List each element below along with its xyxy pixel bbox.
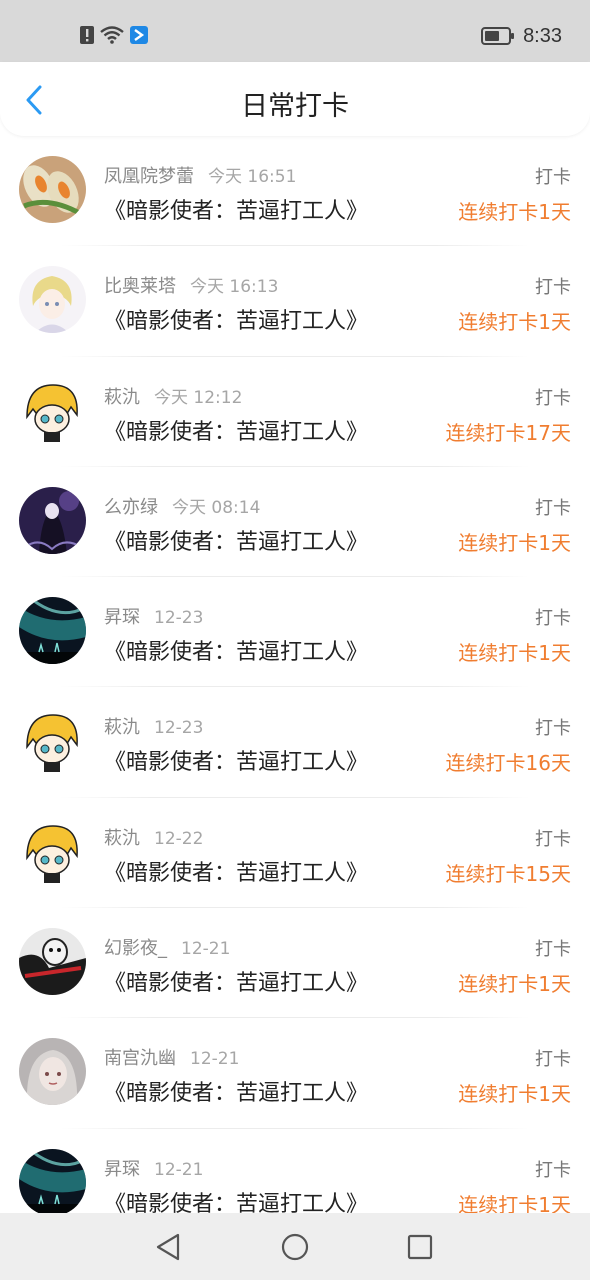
streak-label: 连续打卡1天 — [458, 1192, 571, 1213]
nav-recents-button[interactable] — [404, 1231, 436, 1263]
home-circle-icon — [281, 1233, 309, 1261]
checkin-time: 12-21 — [190, 1049, 240, 1070]
avatar[interactable] — [19, 486, 86, 554]
user-name: 昇琛 12-21 — [104, 1155, 203, 1181]
user-name-text: 么亦绿 — [104, 496, 158, 518]
user-name-text: 幻影夜_ — [104, 938, 167, 960]
action-label: 打卡 — [535, 828, 571, 850]
user-name-text: 昇琛 — [104, 607, 140, 629]
user-name: 萩氿 12-23 — [104, 713, 203, 739]
streak-label: 连续打卡1天 — [458, 530, 571, 555]
checkin-time: 12-23 — [154, 608, 204, 629]
battery-icon — [481, 27, 515, 45]
book-title[interactable]: 《暗影使者：苦逼打工人》 — [104, 414, 368, 446]
checkin-list[interactable]: 凤凰院梦蕾 今天 16:51 《暗影使者：苦逼打工人》 打卡 连续打卡1天 比奥莱… — [0, 136, 590, 1213]
checkin-time: 12-23 — [154, 718, 204, 739]
checkin-row[interactable]: 幻影夜_ 12-21 《暗影使者：苦逼打工人》 打卡 连续打卡1天 — [0, 908, 590, 1019]
avatar[interactable] — [19, 707, 86, 775]
avatar[interactable] — [19, 817, 86, 885]
checkin-time: 12-22 — [154, 828, 204, 849]
checkin-row[interactable]: 萩氿 12-23 《暗影使者：苦逼打工人》 打卡 连续打卡16天 — [0, 687, 590, 798]
checkin-time: 今天 16:51 — [208, 167, 297, 187]
user-name-text: 昇琛 — [104, 1158, 140, 1180]
checkin-time: 今天 08:14 — [172, 497, 261, 518]
user-name: 幻影夜_ 12-21 — [104, 934, 230, 960]
checkin-row[interactable]: 昇琛 12-21 《暗影使者：苦逼打工人》 打卡 连续打卡1天 — [0, 1129, 590, 1213]
user-name: 萩氿 今天 12:12 — [104, 383, 242, 409]
streak-label: 连续打卡1天 — [458, 972, 571, 997]
avatar[interactable] — [19, 266, 86, 334]
avatar[interactable] — [19, 928, 86, 996]
nav-back-button[interactable] — [152, 1231, 184, 1263]
user-name-text: 萩氿 — [104, 386, 140, 408]
back-triangle-icon — [156, 1233, 180, 1261]
checkin-row[interactable]: 么亦绿 今天 08:14 《暗影使者：苦逼打工人》 打卡 连续打卡1天 — [0, 467, 590, 578]
recents-square-icon — [407, 1234, 433, 1260]
avatar[interactable] — [19, 156, 86, 223]
book-title[interactable]: 《暗影使者：苦逼打工人》 — [104, 855, 368, 887]
page-title: 日常打卡 — [241, 91, 349, 122]
streak-label: 连续打卡1天 — [458, 641, 571, 666]
user-name-text: 萩氿 — [104, 717, 140, 739]
book-title[interactable]: 《暗影使者：苦逼打工人》 — [104, 634, 368, 666]
user-name: 么亦绿 今天 08:14 — [104, 493, 260, 519]
status-icons-right: 8:33 — [481, 24, 562, 48]
streak-label: 连续打卡1天 — [458, 200, 571, 224]
streak-label: 连续打卡1天 — [458, 310, 571, 335]
avatar[interactable] — [19, 597, 86, 665]
checkin-time: 今天 16:13 — [190, 277, 279, 298]
app-header: 日常打卡 — [0, 62, 590, 136]
streak-label: 连续打卡1天 — [458, 1082, 571, 1107]
avatar[interactable] — [19, 1038, 86, 1106]
action-label: 打卡 — [535, 608, 571, 630]
user-name: 萩氿 12-22 — [104, 824, 203, 850]
nav-home-button[interactable] — [279, 1231, 311, 1263]
book-title[interactable]: 《暗影使者：苦逼打工人》 — [104, 303, 368, 335]
checkin-row[interactable]: 萩氿 12-22 《暗影使者：苦逼打工人》 打卡 连续打卡15天 — [0, 798, 590, 909]
checkin-time: 12-21 — [154, 1159, 204, 1180]
status-icons-left — [80, 25, 148, 45]
streak-label: 连续打卡15天 — [445, 861, 571, 886]
book-title[interactable]: 《暗影使者：苦逼打工人》 — [104, 744, 368, 776]
streak-label: 连续打卡16天 — [445, 751, 571, 776]
user-name-text: 比奥莱塔 — [104, 276, 176, 298]
user-name-text: 南宫氿幽 — [104, 1048, 176, 1070]
user-name: 昇琛 12-23 — [104, 603, 203, 629]
book-title[interactable]: 《暗影使者：苦逼打工人》 — [104, 965, 368, 997]
action-label: 打卡 — [535, 497, 571, 519]
user-name: 南宫氿幽 12-21 — [104, 1044, 239, 1070]
book-title[interactable]: 《暗影使者：苦逼打工人》 — [104, 1186, 368, 1213]
system-nav-bar — [0, 1213, 590, 1280]
checkin-row[interactable]: 比奥莱塔 今天 16:13 《暗影使者：苦逼打工人》 打卡 连续打卡1天 — [0, 246, 590, 357]
checkin-row[interactable]: 萩氿 今天 12:12 《暗影使者：苦逼打工人》 打卡 连续打卡17天 — [0, 357, 590, 467]
status-bar: 8:33 — [0, 0, 590, 62]
checkin-row[interactable]: 昇琛 12-23 《暗影使者：苦逼打工人》 打卡 连续打卡1天 — [0, 577, 590, 688]
status-clock: 8:33 — [523, 24, 562, 47]
action-label: 打卡 — [535, 718, 571, 740]
user-name: 凤凰院梦蕾 今天 16:51 — [104, 162, 296, 188]
user-name-text: 凤凰院梦蕾 — [104, 166, 194, 187]
user-name-text: 萩氿 — [104, 827, 140, 849]
alert-icon — [80, 26, 94, 44]
wifi-icon — [100, 26, 124, 44]
action-label: 打卡 — [535, 1159, 571, 1181]
book-title[interactable]: 《暗影使者：苦逼打工人》 — [104, 193, 368, 225]
checkin-time: 12-21 — [181, 939, 231, 960]
checkin-row[interactable]: 南宫氿幽 12-21 《暗影使者：苦逼打工人》 打卡 连续打卡1天 — [0, 1018, 590, 1129]
user-name: 比奥莱塔 今天 16:13 — [104, 272, 278, 298]
app-notification-icon — [130, 26, 148, 44]
book-title[interactable]: 《暗影使者：苦逼打工人》 — [104, 524, 368, 556]
book-title[interactable]: 《暗影使者：苦逼打工人》 — [104, 1075, 368, 1107]
checkin-time: 今天 12:12 — [154, 387, 243, 408]
streak-label: 连续打卡17天 — [445, 420, 571, 445]
action-label: 打卡 — [535, 277, 571, 299]
action-label: 打卡 — [535, 167, 571, 188]
checkin-row[interactable]: 凤凰院梦蕾 今天 16:51 《暗影使者：苦逼打工人》 打卡 连续打卡1天 — [0, 136, 590, 247]
action-label: 打卡 — [535, 387, 571, 409]
action-label: 打卡 — [535, 939, 571, 961]
avatar[interactable] — [19, 376, 86, 444]
avatar[interactable] — [19, 1148, 86, 1213]
action-label: 打卡 — [535, 1049, 571, 1071]
